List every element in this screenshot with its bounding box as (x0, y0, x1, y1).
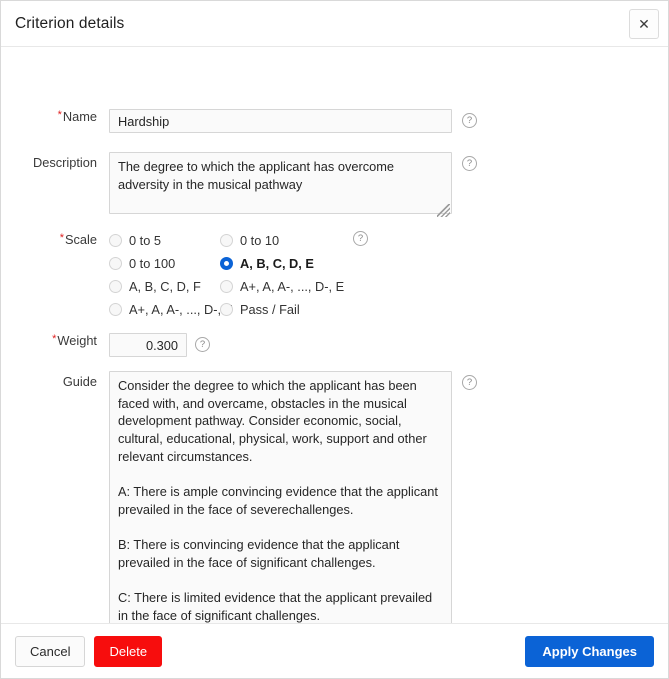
page-title: Criterion details (15, 14, 125, 32)
delete-button[interactable]: Delete (94, 635, 163, 667)
help-icon-name[interactable]: ? (462, 113, 477, 128)
description-textarea-wrap (109, 152, 452, 219)
weight-input[interactable] (109, 333, 187, 357)
scale-label: *Scale (59, 232, 97, 247)
help-icon-scale[interactable]: ? (353, 231, 368, 246)
dialog-footer: Cancel Delete Apply Changes (1, 623, 668, 678)
description-label: Description (32, 155, 97, 170)
field-row-weight: *Weight ? (1, 333, 210, 357)
name-input[interactable] (109, 109, 452, 133)
radio-icon-selected (220, 257, 233, 270)
scale-option-abcdf[interactable]: A, B, C, D, F (109, 279, 220, 294)
name-label: *Name (57, 109, 97, 124)
scale-option-aplus-to-dminus-e[interactable]: A+, A, A-, ..., D-, E (220, 279, 344, 294)
radio-icon (109, 257, 122, 270)
scale-option-0-to-5[interactable]: 0 to 5 (109, 233, 220, 248)
field-row-guide: Guide ? (1, 371, 477, 623)
radio-icon (109, 234, 122, 247)
radio-icon (220, 303, 233, 316)
close-icon[interactable]: ✕ (629, 9, 659, 39)
guide-label: Guide (62, 374, 97, 389)
guide-textarea-wrap (109, 371, 452, 623)
scale-option-0-to-10[interactable]: 0 to 10 (220, 233, 344, 248)
radio-icon (109, 280, 122, 293)
weight-label: *Weight (52, 333, 97, 348)
radio-icon (109, 303, 122, 316)
required-indicator: * (59, 232, 64, 244)
dialog-body: *Name ? Description ? *Scale 0 to 5 (1, 47, 668, 623)
guide-input[interactable] (109, 371, 452, 623)
scale-option-aplus-to-dminus-f[interactable]: A+, A, A-, ..., D-, F (109, 302, 232, 317)
criterion-details-dialog: Criterion details ✕ *Name ? Description … (0, 0, 669, 679)
help-icon-guide[interactable]: ? (462, 375, 477, 390)
scale-option-pass-fail[interactable]: Pass / Fail (220, 302, 344, 317)
radio-icon (220, 280, 233, 293)
apply-changes-button[interactable]: Apply Changes (525, 635, 654, 667)
required-indicator: * (57, 109, 62, 121)
field-row-scale: *Scale 0 to 5 0 to 10 0 to 100 A, B, C, … (1, 229, 368, 321)
required-indicator: * (52, 333, 57, 345)
dialog-header: Criterion details ✕ (1, 1, 668, 47)
description-input[interactable] (109, 152, 452, 214)
radio-icon (220, 234, 233, 247)
cancel-button[interactable]: Cancel (15, 635, 86, 667)
field-row-name: *Name ? (1, 109, 477, 133)
scale-option-0-to-100[interactable]: 0 to 100 (109, 256, 220, 271)
field-row-description: Description ? (1, 152, 477, 219)
help-icon-weight[interactable]: ? (195, 337, 210, 352)
scale-option-abcde[interactable]: A, B, C, D, E (220, 256, 344, 271)
help-icon-description[interactable]: ? (462, 156, 477, 171)
scale-radio-group: 0 to 5 0 to 10 0 to 100 A, B, C, D, E A,… (109, 229, 344, 321)
